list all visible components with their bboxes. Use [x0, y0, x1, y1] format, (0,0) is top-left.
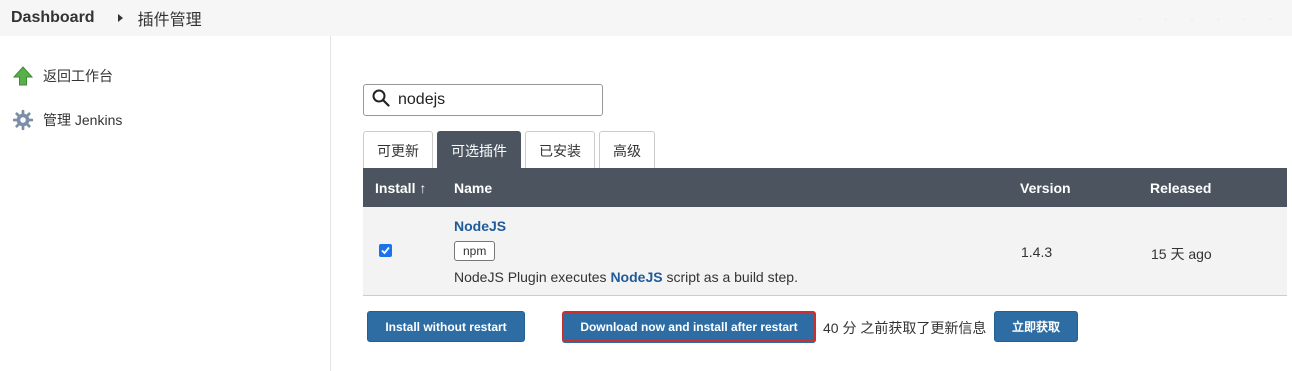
sidebar-item-back-to-dashboard[interactable]: 返回工作台: [11, 64, 113, 88]
description-text: NodeJS Plugin executes: [454, 269, 611, 285]
search-input[interactable]: [398, 91, 588, 109]
plugin-tabs: 可更新 可选插件 已安装 高级: [363, 131, 659, 169]
tab-advanced[interactable]: 高级: [599, 131, 655, 169]
breadcrumb: Dashboard 插件管理 · · · · · ·: [0, 0, 1292, 36]
tab-installed[interactable]: 已安装: [525, 131, 595, 169]
sidebar-item-label: 管理 Jenkins: [43, 112, 123, 128]
gear-icon: [11, 108, 35, 132]
breadcrumb-plugin-manager[interactable]: 插件管理: [138, 6, 202, 30]
column-install[interactable]: Install ↑: [375, 180, 426, 196]
search-icon: [372, 89, 390, 112]
check-now-button[interactable]: 立即获取: [994, 311, 1078, 342]
chevron-right-icon[interactable]: [117, 14, 123, 22]
table-header: Install ↑ Name Version Released: [363, 168, 1287, 207]
tab-available[interactable]: 可选插件: [437, 131, 521, 169]
column-released[interactable]: Released: [1150, 180, 1211, 196]
description-link[interactable]: NodeJS: [610, 269, 662, 285]
sidebar-item-label: 返回工作台: [43, 68, 113, 84]
checkmark-icon: [379, 244, 392, 257]
install-without-restart-button[interactable]: Install without restart: [367, 311, 525, 342]
plugin-tag[interactable]: npm: [454, 241, 496, 261]
plugin-name-link[interactable]: NodeJS: [454, 218, 506, 234]
description-text: script as a build step.: [662, 269, 798, 285]
install-checkbox[interactable]: [379, 244, 392, 257]
plugin-description: NodeJS Plugin executes NodeJS script as …: [454, 269, 798, 285]
update-info-text: 40 分 之前获取了更新信息: [823, 320, 987, 336]
plugins-table: Install ↑ Name Version Released NodeJS n…: [363, 168, 1287, 296]
tab-updates[interactable]: 可更新: [363, 131, 433, 169]
download-install-after-restart-button[interactable]: Download now and install after restart: [562, 311, 816, 342]
column-version[interactable]: Version: [1020, 180, 1071, 196]
plugin-released: 15 天 ago: [1151, 246, 1212, 262]
sidebar-item-manage-jenkins[interactable]: 管理 Jenkins: [11, 108, 122, 132]
decorative-dots: · · · · · ·: [1138, 14, 1282, 25]
column-name[interactable]: Name: [454, 180, 492, 196]
up-arrow-icon: [11, 64, 35, 88]
table-row: NodeJS npm NodeJS Plugin executes NodeJS…: [363, 207, 1287, 296]
sidebar: 返回工作台 管理 Jenkins: [0, 36, 331, 371]
breadcrumb-dashboard[interactable]: Dashboard: [11, 9, 95, 27]
plugin-version: 1.4.3: [1021, 244, 1053, 260]
search-field: [363, 84, 603, 116]
